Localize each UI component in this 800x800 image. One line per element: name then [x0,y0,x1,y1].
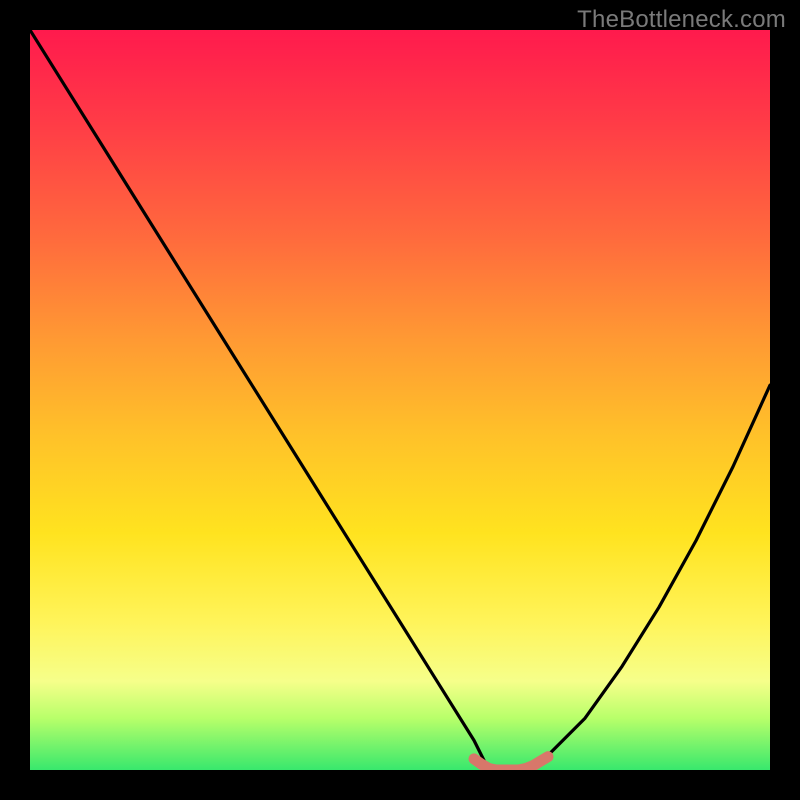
bottleneck-curve [30,30,770,770]
plateau-marker [474,757,548,770]
chart-frame: TheBottleneck.com [0,0,800,800]
watermark-text: TheBottleneck.com [577,6,786,34]
plot-area [30,30,770,770]
chart-svg [30,30,770,770]
